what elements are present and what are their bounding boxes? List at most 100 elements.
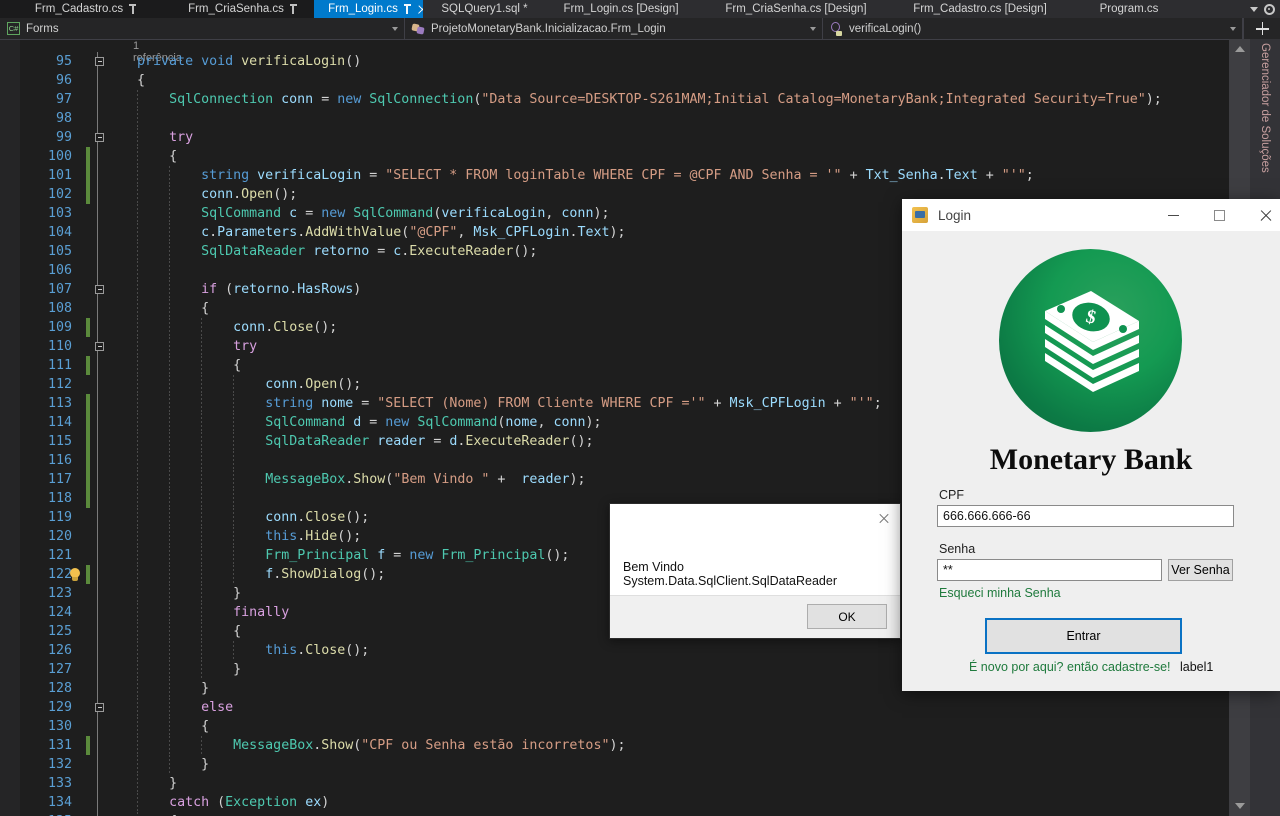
code-token: conn (553, 415, 586, 430)
line-number: 97 (55, 92, 72, 107)
line-number: 112 (47, 377, 72, 392)
line-number: 107 (47, 282, 72, 297)
indent-guide (169, 622, 171, 641)
code-token: (); (337, 377, 362, 392)
pin-icon[interactable] (128, 4, 137, 14)
scroll-up-arrow-icon[interactable] (1234, 46, 1245, 52)
indent-guide (137, 242, 139, 261)
line-number: 122 (47, 567, 72, 582)
indent-guide (201, 432, 203, 451)
pin-icon[interactable] (289, 4, 298, 14)
indent-guide (169, 337, 171, 356)
editor-tab[interactable]: Frm_Cadastro.cs (0, 0, 172, 18)
indent-guide (169, 280, 171, 299)
indent-guide (233, 546, 235, 565)
code-token: (); (313, 320, 338, 335)
entrar-button[interactable]: Entrar (985, 618, 1182, 654)
editor-tab-label: Frm_CriaSenha.cs [Design] (725, 3, 867, 15)
chevron-down-icon[interactable] (1249, 6, 1258, 12)
indent-guide (201, 470, 203, 489)
code-line: this.Hide(); (265, 527, 361, 546)
chevron-down-icon (810, 26, 816, 31)
code-token: ) (321, 795, 330, 810)
indent-guide (201, 584, 203, 603)
editor-tab[interactable]: Frm_Cadastro.cs [Design] (878, 0, 1082, 18)
indent-guide (137, 128, 139, 147)
line-number: 98 (55, 111, 72, 126)
line-number: 132 (47, 757, 72, 772)
code-token: this (265, 643, 298, 658)
code-line: } (201, 679, 209, 698)
gear-icon[interactable] (1263, 3, 1275, 15)
code-navigation-bar: C# Forms ProjetoMonetaryBank.Inicializac… (0, 18, 1280, 40)
indent-guide (169, 508, 171, 527)
method-icon (830, 22, 843, 36)
senha-input[interactable]: ** (937, 559, 1162, 581)
code-line: { (233, 622, 241, 641)
code-token: Msk_CPFLogin (473, 225, 570, 240)
indent-guide (137, 185, 139, 204)
code-token: = (433, 434, 450, 449)
line-number: 100 (47, 149, 72, 164)
scroll-down-arrow-icon[interactable] (1234, 803, 1245, 809)
cpf-input[interactable]: 666.666.666-66 (937, 505, 1234, 527)
indent-guide (233, 375, 235, 394)
code-line: conn.Close(); (233, 318, 337, 337)
code-token: reader (521, 472, 570, 487)
navbar-scope-dropdown[interactable]: C# Forms (0, 18, 405, 39)
line-number: 117 (47, 472, 72, 487)
collapse-toggle[interactable] (95, 57, 104, 66)
navbar-type-dropdown[interactable]: ProjetoMonetaryBank.Inicializacao.Frm_Lo… (405, 18, 823, 39)
message-box-close-button[interactable] (872, 508, 894, 528)
line-number: 114 (47, 415, 72, 430)
code-token: void (201, 54, 242, 69)
collapse-toggle[interactable] (95, 285, 104, 294)
code-token: { (137, 73, 146, 88)
indent-guide (201, 451, 203, 470)
indent-guide (137, 394, 139, 413)
navbar-member-label: verificaLogin() (849, 22, 922, 35)
collapse-toggle[interactable] (95, 133, 104, 142)
code-line: MessageBox.Show("Bem Vindo " + reader); (265, 470, 585, 489)
navbar-member-dropdown[interactable]: verificaLogin() (823, 18, 1243, 39)
code-token: conn (561, 206, 594, 221)
editor-tab[interactable]: Frm_CriaSenha.cs [Design] (696, 0, 896, 18)
close-button[interactable] (1242, 199, 1280, 231)
editor-tab[interactable]: Program.cs (1064, 0, 1194, 18)
editor-tab[interactable]: Frm_Login.cs (314, 0, 441, 18)
indent-guide (137, 261, 139, 280)
collapse-toggle[interactable] (95, 342, 104, 351)
indent-guide (137, 622, 139, 641)
maximize-button[interactable] (1196, 199, 1242, 231)
line-number: 104 (47, 225, 72, 240)
code-token: MessageBox (265, 472, 346, 487)
editor-tab[interactable]: Frm_Login.cs [Design] (528, 0, 714, 18)
pin-icon[interactable] (403, 4, 412, 14)
code-token: "Bem Vindo " (393, 472, 490, 487)
minimize-button[interactable] (1150, 199, 1196, 231)
code-token: "@CPF" (409, 225, 458, 240)
message-box-ok-button[interactable]: OK (807, 604, 887, 629)
line-number: 95 (55, 54, 72, 69)
line-number: 134 (47, 795, 72, 810)
ver-senha-button[interactable]: Ver Senha (1168, 559, 1233, 581)
change-indicator (86, 451, 90, 470)
indent-guide (137, 109, 139, 128)
indent-guide (169, 755, 171, 774)
signup-link[interactable]: É novo por aqui? então cadastre-se! (969, 660, 1171, 674)
indent-guide (169, 527, 171, 546)
indent-guide (169, 242, 171, 261)
indent-guide (201, 375, 203, 394)
indent-guide (137, 356, 139, 375)
code-token: ExecuteReader (465, 434, 570, 449)
change-indicator (86, 147, 90, 166)
code-token: if (201, 282, 226, 297)
collapse-toggle[interactable] (95, 703, 104, 712)
editor-tab[interactable]: Frm_CriaSenha.cs (154, 0, 332, 18)
code-token: ); (609, 225, 626, 240)
change-indicator (86, 394, 90, 413)
split-view-button[interactable] (1243, 18, 1280, 39)
lightbulb-icon[interactable] (68, 567, 82, 583)
forgot-password-link[interactable]: Esqueci minha Senha (939, 586, 1061, 600)
code-token: } (169, 776, 178, 791)
